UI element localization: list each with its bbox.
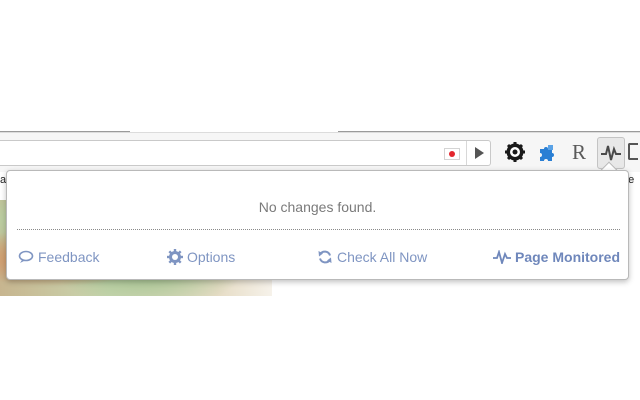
speech-bubble-icon <box>18 250 34 263</box>
japan-flag-icon <box>444 148 460 160</box>
options-gear-icon <box>167 249 183 265</box>
browser-toolbar: R <box>0 132 640 173</box>
page-monitored-label: Page Monitored <box>515 249 621 265</box>
pulse-monitor-icon <box>493 250 511 264</box>
check-all-now-label: Check All Now <box>337 249 428 265</box>
feedback-label: Feedback <box>38 249 100 265</box>
check-all-now-link[interactable]: Check All Now <box>317 248 427 266</box>
options-link[interactable]: Options <box>167 248 235 266</box>
feedback-link[interactable]: Feedback <box>18 248 99 266</box>
extension-popup: No changes found. Feedback Options Check… <box>6 170 629 280</box>
play-icon[interactable] <box>466 141 491 165</box>
puzzle-icon[interactable] <box>534 137 560 167</box>
r-glyph: R <box>571 139 586 164</box>
address-bar[interactable] <box>0 140 491 166</box>
status-message: No changes found. <box>258 199 377 215</box>
window-icon-partial[interactable] <box>628 143 638 160</box>
page-monitored-link[interactable]: Page Monitored <box>493 248 620 266</box>
dotted-divider <box>17 229 620 230</box>
refresh-icon <box>318 250 332 264</box>
gear-icon[interactable] <box>502 137 528 167</box>
options-label: Options <box>187 249 236 265</box>
r-icon[interactable]: R <box>566 137 592 167</box>
